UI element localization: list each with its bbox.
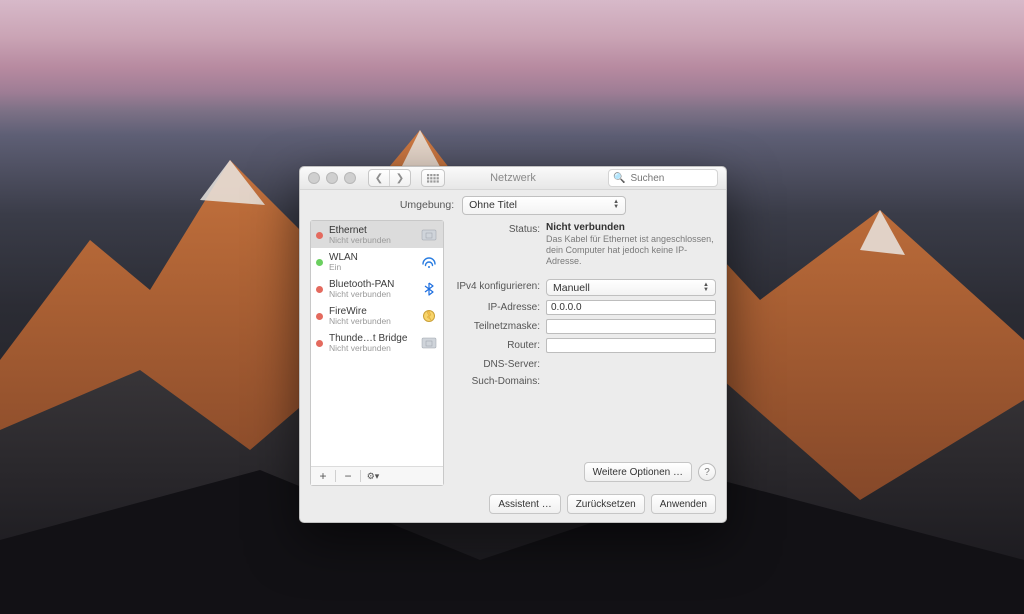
sidebar-footer: + − ⚙︎▾	[311, 466, 443, 485]
status-label: Status:	[452, 222, 546, 235]
window-footer: Assistent … Zurücksetzen Anwenden	[300, 490, 726, 522]
location-selected-value: Ohne Titel	[469, 199, 517, 211]
zoom-window-button[interactable]	[344, 172, 356, 184]
help-button[interactable]: ?	[698, 463, 716, 481]
router-input[interactable]	[546, 338, 716, 353]
ipv4-config-value: Manuell	[553, 282, 590, 294]
status-dot-icon	[316, 313, 323, 320]
subnet-mask-input[interactable]	[546, 319, 716, 334]
service-status: Nicht verbunden	[329, 344, 414, 353]
router-label: Router:	[452, 338, 546, 351]
location-row: Umgebung: Ohne Titel ▲▼	[300, 190, 726, 220]
service-sidebar: Ethernet Nicht verbunden WLAN Ein	[310, 220, 444, 486]
status-value: Nicht verbunden	[546, 222, 625, 233]
service-item-bluetooth[interactable]: Bluetooth-PAN Nicht verbunden	[311, 275, 443, 302]
grid-icon	[427, 174, 439, 183]
service-detail-pane: Status: Nicht verbunden Das Kabel für Et…	[452, 220, 716, 486]
revert-button[interactable]: Zurücksetzen	[567, 494, 645, 514]
service-item-thunderbolt-bridge[interactable]: Thunde…t Bridge Nicht verbunden	[311, 329, 443, 356]
apply-button[interactable]: Anwenden	[651, 494, 716, 514]
subnet-mask-label: Teilnetzmaske:	[452, 319, 546, 332]
service-action-menu[interactable]: ⚙︎▾	[365, 471, 381, 482]
close-window-button[interactable]	[308, 172, 320, 184]
ipv4-config-select[interactable]: Manuell ▲▼	[546, 279, 716, 296]
search-icon: 🔍	[613, 173, 625, 184]
status-dot-icon	[316, 340, 323, 347]
service-item-wlan[interactable]: WLAN Ein	[311, 248, 443, 275]
remove-service-button[interactable]: −	[340, 469, 356, 483]
search-input[interactable]	[628, 172, 713, 185]
nav-forward-button[interactable]: ❯	[389, 170, 410, 186]
search-domains-label: Such-Domains:	[452, 374, 546, 387]
dns-server-label: DNS-Server:	[452, 357, 546, 370]
window-titlebar: ❮ ❯ Netzwerk 🔍	[300, 167, 726, 190]
network-preferences-window: ❮ ❯ Netzwerk 🔍 Umgebung: Ohne Titel ▲▼	[299, 166, 727, 523]
updown-arrows-icon: ▲▼	[700, 280, 712, 295]
service-item-firewire[interactable]: FireWire Nicht verbunden	[311, 302, 443, 329]
ip-address-label: IP-Adresse:	[452, 300, 546, 313]
nav-back-forward-segment: ❮ ❯	[368, 169, 411, 187]
nav-back-button[interactable]: ❮	[369, 170, 389, 186]
location-label: Umgebung:	[400, 199, 454, 211]
status-description: Das Kabel für Ethernet ist angeschlossen…	[546, 234, 716, 267]
thunderbolt-bridge-icon	[420, 336, 438, 350]
ethernet-icon	[420, 228, 438, 242]
advanced-options-button[interactable]: Weitere Optionen …	[584, 462, 692, 482]
service-status: Nicht verbunden	[329, 236, 414, 245]
window-traffic-lights	[308, 172, 356, 184]
service-status: Nicht verbunden	[329, 317, 414, 326]
service-list: Ethernet Nicht verbunden WLAN Ein	[311, 221, 443, 466]
status-dot-icon	[316, 232, 323, 239]
bluetooth-icon	[420, 282, 438, 296]
firewire-icon	[420, 309, 438, 323]
updown-arrows-icon: ▲▼	[610, 197, 622, 214]
service-item-ethernet[interactable]: Ethernet Nicht verbunden	[311, 221, 443, 248]
show-all-prefs-button[interactable]	[421, 169, 445, 187]
ip-address-input[interactable]	[546, 300, 716, 315]
status-dot-icon	[316, 286, 323, 293]
minimize-window-button[interactable]	[326, 172, 338, 184]
service-status: Ein	[329, 263, 414, 272]
service-status: Nicht verbunden	[329, 290, 414, 299]
location-select[interactable]: Ohne Titel ▲▼	[462, 196, 626, 215]
ipv4-config-label: IPv4 konfigurieren:	[452, 279, 546, 292]
add-service-button[interactable]: +	[315, 469, 331, 483]
service-name: WLAN	[329, 252, 414, 263]
status-dot-icon	[316, 259, 323, 266]
assistant-button[interactable]: Assistent …	[489, 494, 560, 514]
search-field-wrap[interactable]: 🔍	[608, 169, 718, 187]
wifi-icon	[420, 255, 438, 269]
